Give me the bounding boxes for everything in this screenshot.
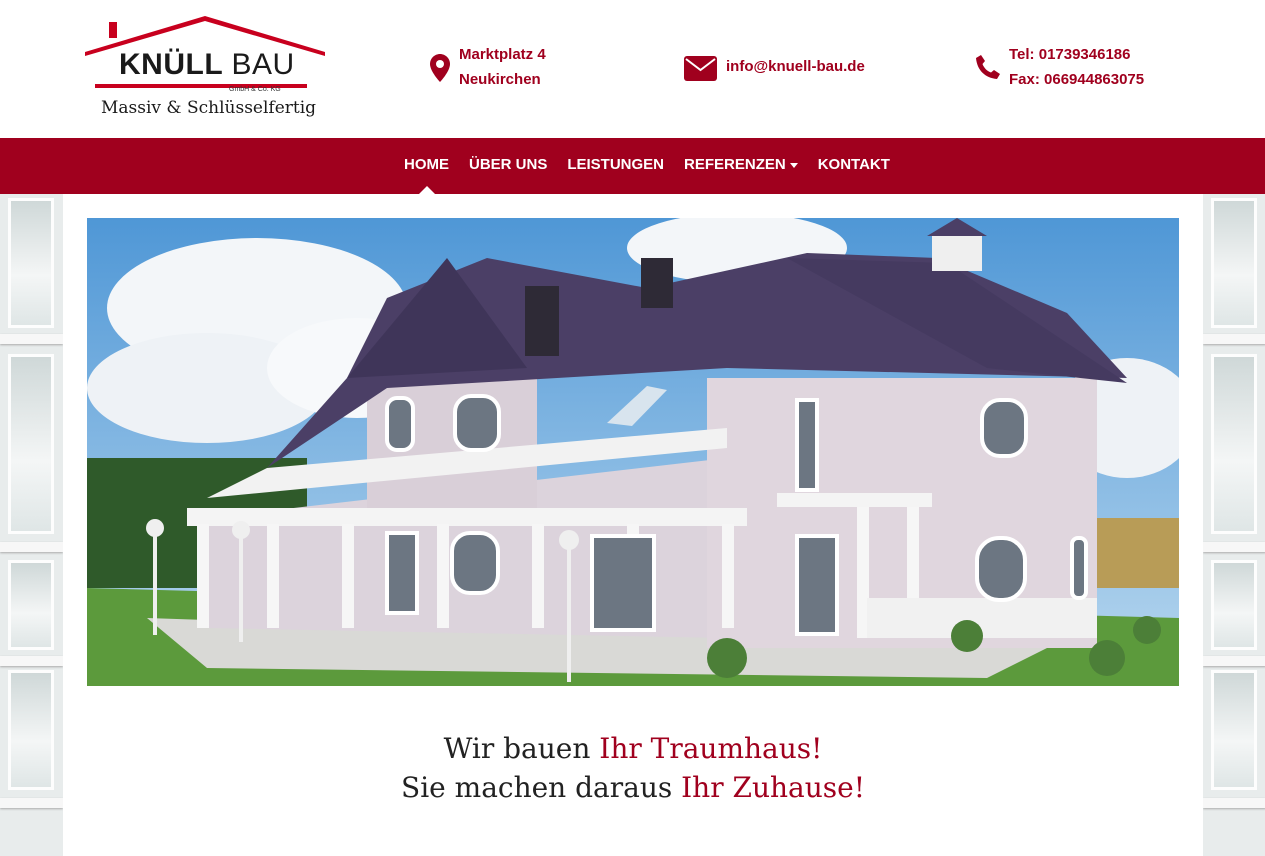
slogan-line-2: Sie machen daraus Ihr Zuhause! — [63, 771, 1203, 804]
envelope-icon — [684, 56, 717, 89]
logo-legal-form: GmbH & Co. KG — [229, 86, 281, 93]
phone-icon — [975, 54, 1001, 88]
background-window-right — [1203, 194, 1265, 856]
nav-referenzen[interactable]: REFERENZEN — [674, 138, 808, 194]
slogan-line-1-accent: Ihr Traumhaus! — [599, 732, 823, 765]
address-city: Neukirchen — [459, 71, 541, 88]
caret-down-icon — [789, 162, 798, 168]
background-window-left — [0, 194, 63, 856]
main-content: Wir bauen Ihr Traumhaus! Sie machen dara… — [63, 194, 1203, 856]
slogan-line-1: Wir bauen Ihr Traumhaus! — [63, 732, 1203, 765]
address-street: Marktplatz 4 — [459, 46, 546, 63]
site-header: KNÜLL BAU GmbH & Co. KG Massiv & Schlüss… — [0, 0, 1265, 138]
slogan-line-2-text: Sie machen daraus — [401, 771, 682, 804]
map-marker-icon — [430, 54, 450, 90]
nav-home[interactable]: HOME — [394, 138, 459, 194]
nav-ueber-uns[interactable]: ÜBER UNS — [459, 138, 557, 194]
slogan-line-2-accent: Ihr Zuhause! — [681, 771, 865, 804]
logo-text: KNÜLL BAU — [119, 48, 295, 81]
house-illustration — [87, 218, 1179, 686]
nav-leistungen[interactable]: LEISTUNGEN — [557, 138, 674, 194]
knuell-bau-logo[interactable]: KNÜLL BAU GmbH & Co. KG Massiv & Schlüss… — [85, 14, 325, 124]
nav-kontakt[interactable]: KONTAKT — [808, 138, 900, 194]
phone-number[interactable]: Tel: 01739346186 — [1009, 42, 1144, 67]
logo-tagline: Massiv & Schlüsselfertig — [101, 98, 317, 118]
fax-number: Fax: 066944863075 — [1009, 71, 1145, 88]
nav-referenzen-label: REFERENZEN — [684, 156, 786, 173]
slogan-line-1-text: Wir bauen — [443, 732, 600, 765]
hero-image-villa — [87, 218, 1179, 686]
email-link[interactable]: info@knuell-bau.de — [726, 54, 865, 79]
main-navigation: HOME ÜBER UNS LEISTUNGEN REFERENZEN KONT… — [0, 138, 1265, 194]
